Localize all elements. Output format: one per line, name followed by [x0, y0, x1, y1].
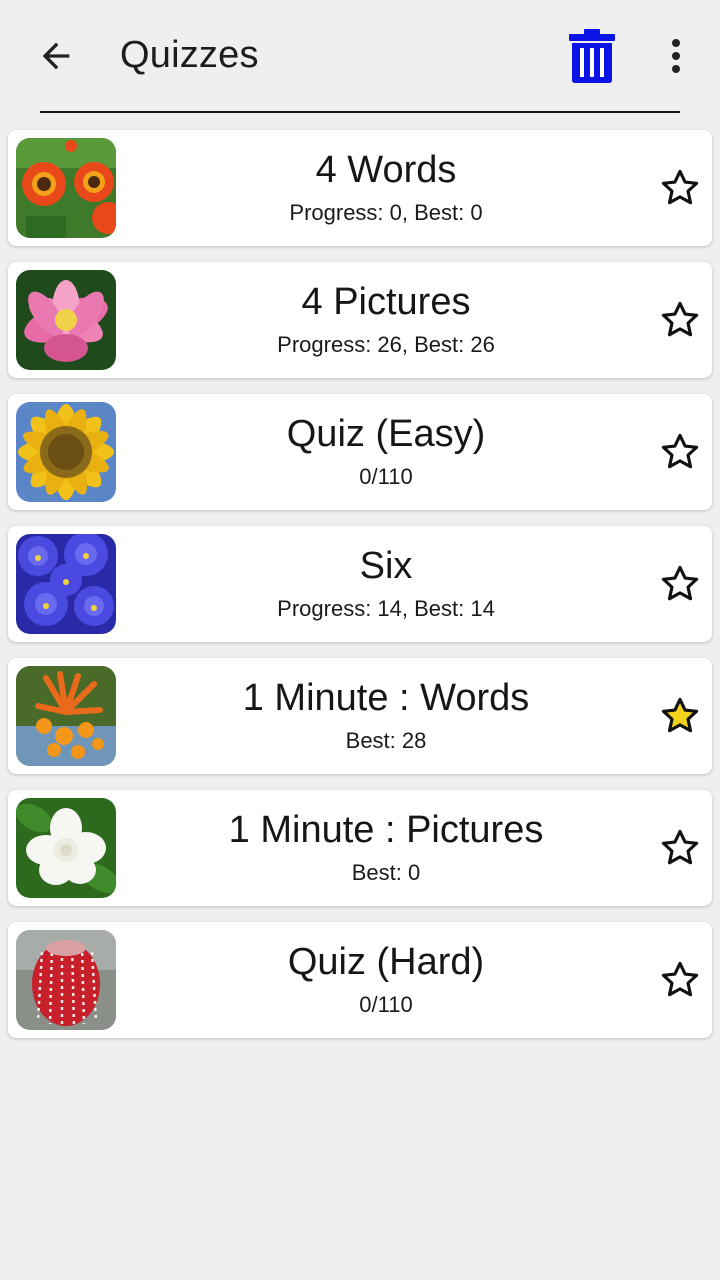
star-outline-icon [661, 961, 699, 997]
quiz-card[interactable]: Quiz (Hard) 0/110 [8, 922, 712, 1038]
quiz-card-text: 1 Minute : Pictures Best: 0 [116, 790, 656, 906]
quiz-subtitle: Progress: 26, Best: 26 [277, 332, 495, 357]
quiz-card[interactable]: Quiz (Easy) 0/110 [8, 394, 712, 510]
sunflower-image [16, 402, 116, 502]
quiz-list: 4 Words Progress: 0, Best: 0 4 Pictures [8, 130, 712, 1054]
quiz-subtitle: 0/110 [359, 992, 413, 1017]
favorite-star-button[interactable] [656, 956, 704, 1004]
delete-button[interactable] [564, 26, 620, 86]
favorite-star-button[interactable] [656, 692, 704, 740]
quiz-card[interactable]: Six Progress: 14, Best: 14 [8, 526, 712, 642]
star-outline-icon [661, 829, 699, 865]
red-orange-daisy-flowers-image [16, 138, 116, 238]
quiz-title: Quiz (Hard) [287, 941, 485, 983]
quiz-subtitle: 0/110 [359, 464, 413, 489]
quiz-subtitle: Progress: 0, Best: 0 [289, 200, 483, 225]
quiz-title: 1 Minute : Pictures [228, 809, 544, 851]
favorite-star-button[interactable] [656, 560, 704, 608]
blue-violet-pansies-image [16, 534, 116, 634]
favorite-star-button[interactable] [656, 824, 704, 872]
quiz-card[interactable]: 1 Minute : Words Best: 28 [8, 658, 712, 774]
more-vertical-icon [672, 39, 680, 73]
quiz-subtitle: Best: 28 [345, 728, 427, 753]
page-title: Quizzes [120, 34, 259, 76]
star-outline-icon [661, 433, 699, 469]
white-gardenia-image [16, 798, 116, 898]
red-banksia-image [16, 930, 116, 1030]
star-outline-icon [661, 301, 699, 337]
favorite-star-button[interactable] [656, 296, 704, 344]
quiz-card[interactable]: 1 Minute : Pictures Best: 0 [8, 790, 712, 906]
quiz-card-text: Six Progress: 14, Best: 14 [116, 526, 656, 642]
quiz-card-text: 4 Words Progress: 0, Best: 0 [116, 130, 656, 246]
quiz-card-text: Quiz (Easy) 0/110 [116, 394, 656, 510]
quiz-title: Quiz (Easy) [286, 413, 486, 455]
orange-tubular-flowers-image [16, 666, 116, 766]
quiz-title: 4 Words [315, 149, 457, 191]
quiz-card-text: 1 Minute : Words Best: 28 [116, 658, 656, 774]
header-divider [40, 111, 680, 113]
favorite-star-button[interactable] [656, 428, 704, 476]
arrow-back-icon [42, 42, 70, 70]
quiz-title: Six [359, 545, 413, 587]
back-button[interactable] [30, 30, 82, 82]
trash-icon [569, 29, 615, 83]
quiz-subtitle: Progress: 14, Best: 14 [277, 596, 495, 621]
quiz-card[interactable]: 4 Words Progress: 0, Best: 0 [8, 130, 712, 246]
star-filled-icon [661, 697, 699, 733]
quiz-card-text: 4 Pictures Progress: 26, Best: 26 [116, 262, 656, 378]
star-outline-icon [661, 565, 699, 601]
quiz-card[interactable]: 4 Pictures Progress: 26, Best: 26 [8, 262, 712, 378]
quiz-card-text: Quiz (Hard) 0/110 [116, 922, 656, 1038]
app-bar: Quizzes [0, 0, 720, 112]
pink-lotus-flower-image [16, 270, 116, 370]
favorite-star-button[interactable] [656, 164, 704, 212]
overflow-menu-button[interactable] [654, 32, 698, 80]
quiz-title: 1 Minute : Words [242, 677, 530, 719]
quiz-title: 4 Pictures [301, 281, 471, 323]
quiz-subtitle: Best: 0 [351, 860, 421, 885]
star-outline-icon [661, 169, 699, 205]
